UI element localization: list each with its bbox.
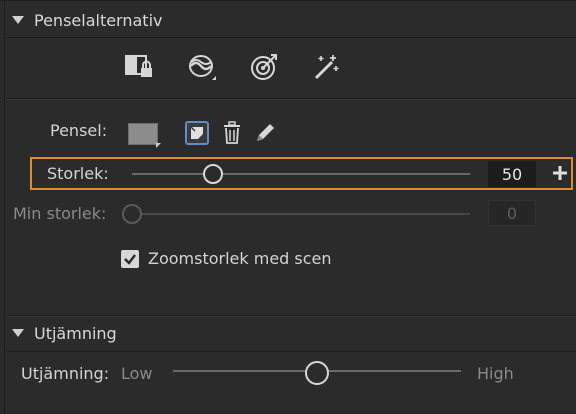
collapse-triangle-icon[interactable]	[12, 329, 24, 337]
section-title: Utjämning	[34, 323, 117, 343]
divider-highlight	[6, 99, 576, 100]
brush-shape-icon[interactable]	[185, 121, 209, 145]
min-size-label: Min storlek:	[13, 204, 107, 223]
size-input[interactable]: 50	[488, 161, 536, 187]
size-label: Storlek:	[47, 164, 109, 183]
size-slider-thumb[interactable]	[203, 164, 224, 184]
divider	[6, 37, 576, 38]
min-size-slider-thumb	[122, 204, 142, 224]
brush-label: Pensel:	[50, 121, 108, 140]
magic-wand-icon[interactable]	[309, 50, 343, 84]
smoothing-low-label: Low	[121, 364, 153, 383]
zoom-size-checkbox[interactable]	[121, 250, 139, 268]
divider	[6, 351, 576, 352]
blend-mode-icon[interactable]	[185, 50, 219, 84]
collapse-triangle-icon[interactable]	[12, 16, 24, 24]
smoothing-slider-thumb[interactable]	[305, 361, 329, 385]
section-title: Penselalternativ	[34, 10, 163, 30]
brush-swatch-icon[interactable]	[128, 123, 161, 148]
divider-highlight	[6, 316, 576, 317]
section-header-brush-options[interactable]: Penselalternativ	[6, 6, 576, 34]
brush-swatch[interactable]	[128, 123, 158, 145]
trash-icon[interactable]	[221, 121, 243, 145]
smoothing-high-label: High	[477, 364, 514, 383]
zoom-size-label[interactable]: Zoomstorlek med scen	[148, 249, 332, 268]
lock-mask-icon[interactable]	[123, 50, 157, 84]
smoothing-label: Utjämning:	[21, 364, 110, 383]
panel-left-border	[4, 0, 5, 414]
target-icon[interactable]	[247, 50, 281, 84]
min-size-input: 0	[488, 200, 536, 226]
section-header-smoothing[interactable]: Utjämning	[6, 319, 576, 347]
dropdown-corner-icon	[156, 143, 161, 148]
size-slider-track[interactable]	[132, 173, 470, 175]
top-border	[0, 0, 576, 1]
plus-icon[interactable]	[551, 164, 569, 182]
min-size-slider-track	[132, 213, 470, 215]
pen-icon[interactable]	[253, 121, 277, 145]
